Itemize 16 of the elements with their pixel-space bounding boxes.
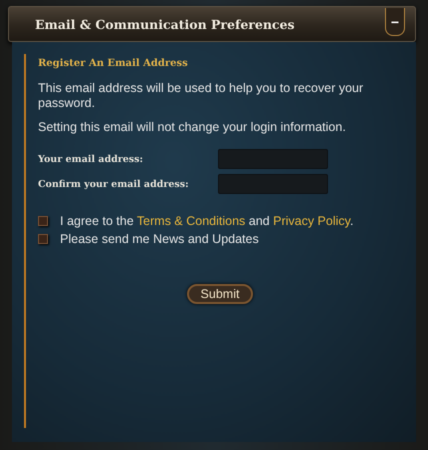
submit-button[interactable]: Submit — [186, 284, 254, 304]
privacy-link[interactable]: Privacy Policy — [273, 214, 350, 228]
checkbox[interactable] — [38, 216, 48, 226]
info-text: Setting this email will not change your login information. — [38, 120, 347, 135]
window-title: Email & Communication Preferences — [35, 16, 295, 32]
field-label: Confirm your email address: — [38, 178, 189, 190]
email-field[interactable] — [218, 174, 328, 194]
terms-link[interactable]: Terms & Conditions — [136, 214, 246, 228]
email-field[interactable] — [218, 149, 328, 169]
section-heading: Register An Email Address — [38, 58, 189, 69]
field-label: Your email address: — [38, 154, 143, 164]
info-text: This email address will be used to help you to recover your password. — [38, 81, 364, 111]
collapse-button[interactable]: − — [385, 8, 405, 36]
checkbox[interactable] — [38, 234, 48, 244]
checkbox-label: Please send me News and Updates — [60, 232, 259, 246]
checkbox-label: I agree to the Terms & Conditions and Privacy Policy. — [60, 214, 354, 228]
